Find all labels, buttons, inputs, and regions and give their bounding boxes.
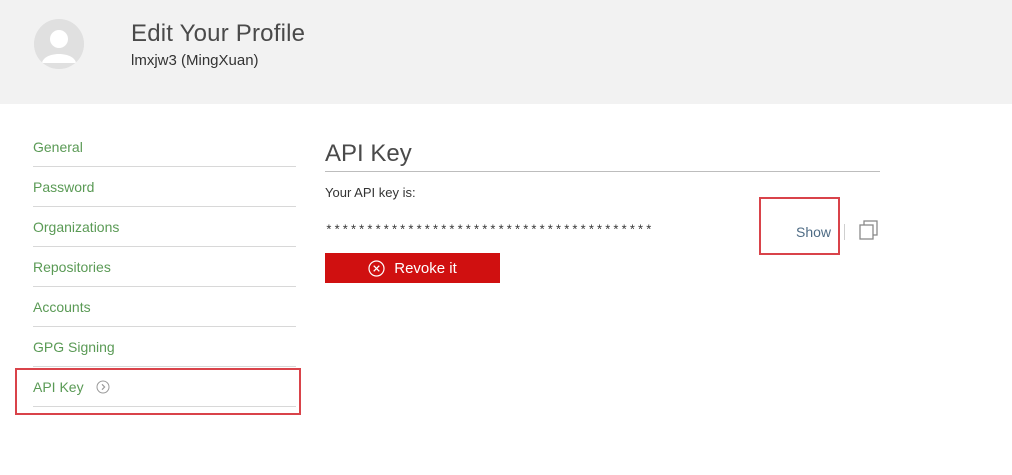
sidebar-item-general[interactable]: General xyxy=(33,127,296,167)
sidebar-item-accounts[interactable]: Accounts xyxy=(33,287,296,327)
sidebar-item-repositories[interactable]: Repositories xyxy=(33,247,296,287)
revoke-button-label: Revoke it xyxy=(394,259,457,277)
page-title: Edit Your Profile xyxy=(131,20,306,47)
sidebar-item-label: Organizations xyxy=(33,218,120,235)
close-circle-icon xyxy=(368,259,385,277)
sidebar-item-password[interactable]: Password xyxy=(33,167,296,207)
settings-sidebar: General Password Organizations Repositor… xyxy=(33,127,296,407)
highlight-box-api-key-nav xyxy=(15,368,301,415)
section-title: API Key xyxy=(325,140,412,167)
api-key-label: Your API key is: xyxy=(325,185,416,200)
copy-icon[interactable] xyxy=(858,219,880,241)
section-divider xyxy=(325,171,880,172)
highlight-box-show xyxy=(759,197,840,255)
user-avatar-icon xyxy=(34,19,84,69)
sidebar-item-organizations[interactable]: Organizations xyxy=(33,207,296,247)
revoke-api-key-button[interactable]: Revoke it xyxy=(325,253,500,283)
sidebar-item-gpg-signing[interactable]: GPG Signing xyxy=(33,327,296,367)
action-divider xyxy=(844,224,845,240)
sidebar-item-label: General xyxy=(33,138,83,155)
api-key-value: **************************************** xyxy=(325,223,654,238)
sidebar-item-label: Repositories xyxy=(33,258,111,275)
username-label: lmxjw3 (MingXuan) xyxy=(131,52,259,69)
profile-header: Edit Your Profile lmxjw3 (MingXuan) xyxy=(0,0,1012,104)
sidebar-item-label: GPG Signing xyxy=(33,338,115,355)
sidebar-item-label: Password xyxy=(33,178,95,195)
sidebar-item-label: Accounts xyxy=(33,298,91,315)
